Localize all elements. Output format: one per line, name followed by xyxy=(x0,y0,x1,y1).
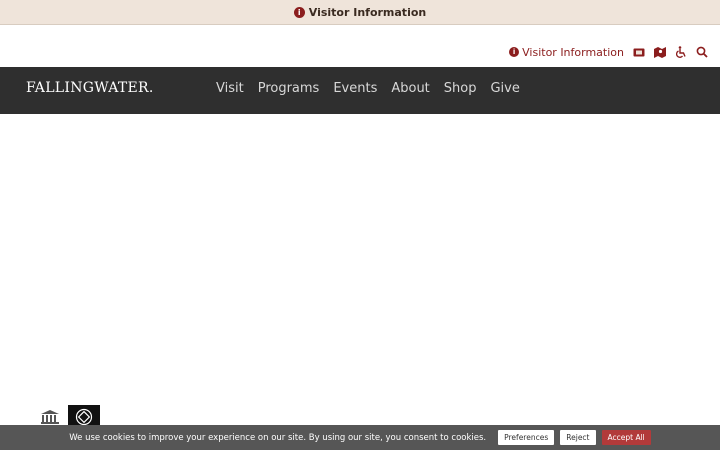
fallingwater-logo[interactable]: FALLINGWATER. xyxy=(26,80,154,96)
visitor-info-banner[interactable]: i Visitor Information xyxy=(0,0,720,25)
main-navigation: FALLINGWATER. Visit Programs Events Abou… xyxy=(0,67,720,114)
accessibility-icon[interactable] xyxy=(675,46,687,58)
cookie-accept-all-button[interactable]: Accept All xyxy=(601,430,651,445)
nav-menu: Visit Programs Events About Shop Give xyxy=(216,81,520,96)
visitor-info-link-label: Visitor Information xyxy=(522,45,624,59)
nav-item-events[interactable]: Events xyxy=(333,81,377,96)
nav-item-give[interactable]: Give xyxy=(490,81,519,96)
nav-item-about[interactable]: About xyxy=(391,81,429,96)
cookie-consent-bar: We use cookies to improve your experienc… xyxy=(0,425,720,450)
cookie-message: We use cookies to improve your experienc… xyxy=(69,432,487,443)
cookie-reject-button[interactable]: Reject xyxy=(560,430,596,445)
cookie-preferences-button[interactable]: Preferences xyxy=(498,430,555,445)
ticket-icon[interactable] xyxy=(633,46,645,58)
info-icon: i xyxy=(509,47,520,57)
map-icon[interactable] xyxy=(654,46,666,58)
utility-bar: i Visitor Information xyxy=(509,44,708,60)
visitor-info-banner-label: Visitor Information xyxy=(308,5,427,19)
visitor-info-link[interactable]: i Visitor Information xyxy=(509,46,624,59)
nav-item-programs[interactable]: Programs xyxy=(258,81,320,96)
info-icon: i xyxy=(293,6,305,18)
nav-item-shop[interactable]: Shop xyxy=(444,81,477,96)
nav-item-visit[interactable]: Visit xyxy=(216,81,244,96)
search-icon[interactable] xyxy=(696,46,708,58)
